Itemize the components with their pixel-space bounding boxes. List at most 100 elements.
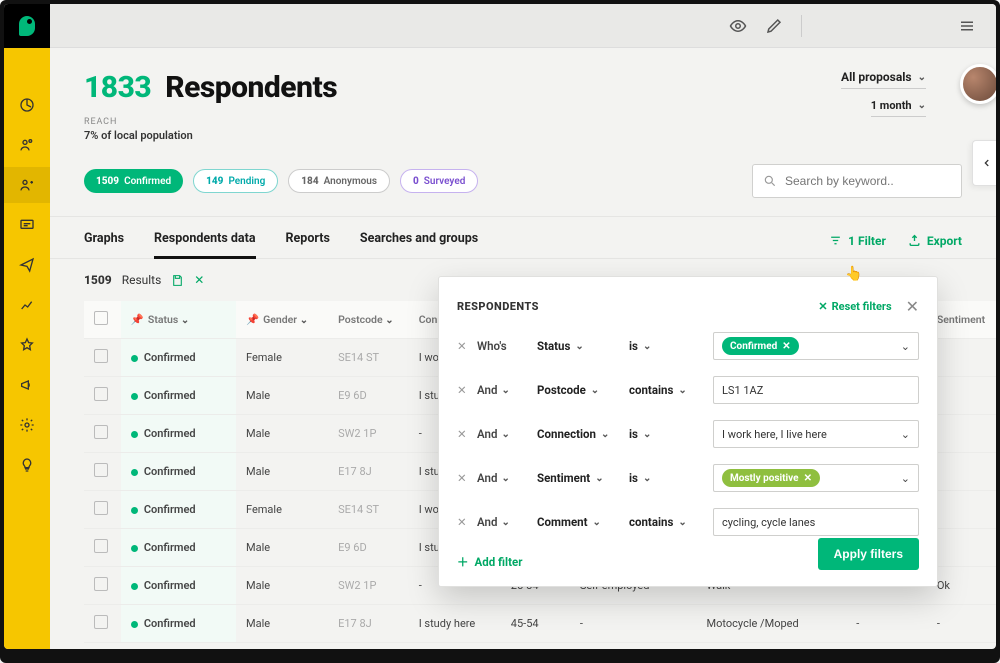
filter-field-select[interactable]: Comment⌄	[537, 515, 619, 529]
cell-postcode: SE14 ST	[328, 339, 409, 377]
cell-gender: Female	[236, 491, 328, 529]
nav-people-icon[interactable]	[18, 136, 36, 154]
row-checkbox[interactable]	[94, 349, 108, 363]
user-avatar[interactable]	[960, 64, 996, 104]
col-postcode[interactable]: Postcode ⌄	[328, 301, 409, 339]
remove-filter-icon[interactable]: ✕	[457, 427, 467, 441]
col-status[interactable]: 📌Status ⌄	[121, 301, 236, 339]
cell-gender: Male	[236, 605, 328, 643]
filter-value-status[interactable]: Confirmed✕⌄	[713, 332, 919, 360]
period-dropdown-label: 1 month	[871, 99, 912, 112]
nav-comments-icon[interactable]	[18, 216, 36, 234]
cell-postcode: E9 6D	[328, 377, 409, 415]
filter-field-select[interactable]: Status⌄	[537, 339, 619, 353]
chip-confirmed[interactable]: 1509Confirmed	[84, 169, 183, 193]
cell-sentiment: -	[927, 605, 996, 643]
filter-panel: RESPONDENTS ✕ Reset filters ✕ ✕ Who's St…	[438, 276, 938, 587]
filter-op-select[interactable]: contains⌄	[629, 383, 703, 397]
chip-anonymous[interactable]: 184Anonymous	[288, 169, 390, 193]
menu-icon[interactable]	[958, 17, 976, 35]
filter-value-connection[interactable]: I work here, I live here⌄	[713, 420, 919, 448]
row-checkbox[interactable]	[94, 577, 108, 591]
save-search-icon[interactable]	[171, 274, 184, 287]
side-nav	[4, 48, 50, 649]
filter-button[interactable]: 1 Filter	[829, 234, 886, 248]
close-panel-button[interactable]: ✕	[906, 297, 919, 316]
chip-pending[interactable]: 149Pending	[193, 169, 278, 193]
remove-filter-icon[interactable]: ✕	[457, 471, 467, 485]
row-checkbox[interactable]	[94, 615, 108, 629]
filter-field-select[interactable]: Sentiment⌄	[537, 471, 619, 485]
status-chip-row: 1509Confirmed 149Pending 184Anonymous 0S…	[84, 164, 962, 198]
filter-conj[interactable]: And⌄	[477, 383, 527, 397]
remove-filter-icon[interactable]: ✕	[457, 339, 467, 353]
chip-surveyed[interactable]: 0Surveyed	[400, 169, 478, 193]
top-toolbar	[50, 4, 996, 48]
toolbar-divider	[801, 15, 802, 37]
search-icon	[763, 174, 777, 188]
remove-filter-icon[interactable]: ✕	[457, 515, 467, 529]
tag-confirmed[interactable]: Confirmed✕	[722, 337, 799, 355]
nav-settings-icon[interactable]	[18, 416, 36, 434]
filter-field-select[interactable]: Connection⌄	[537, 427, 619, 441]
tab-searches[interactable]: Searches and groups	[360, 231, 478, 258]
select-all-checkbox[interactable]	[94, 311, 108, 325]
nav-megaphone-icon[interactable]	[18, 376, 36, 394]
filter-op-select[interactable]: contains⌄	[629, 515, 703, 529]
add-filter-button[interactable]: ＋ Add filter	[457, 554, 522, 570]
filter-button-label: 1 Filter	[848, 234, 886, 248]
export-button-label: Export	[927, 234, 962, 248]
filter-op-select[interactable]: is⌄	[629, 471, 703, 485]
search-box[interactable]	[752, 164, 962, 198]
cell-gender: Male	[236, 453, 328, 491]
cell-status: Confirmed	[121, 377, 236, 415]
reach-label: REACH	[84, 117, 962, 127]
filter-conj[interactable]: And⌄	[477, 471, 527, 485]
apply-filters-button[interactable]: Apply filters	[818, 538, 919, 570]
filter-row-status: ✕ Who's Status⌄ is⌄ Confirmed✕⌄	[457, 332, 919, 360]
row-checkbox[interactable]	[94, 425, 108, 439]
reset-filters-button[interactable]: ✕ Reset filters	[818, 300, 891, 313]
edit-icon[interactable]	[765, 17, 783, 35]
visibility-icon[interactable]	[729, 17, 747, 35]
filter-conj[interactable]: And⌄	[477, 515, 527, 529]
filter-op-select[interactable]: is⌄	[629, 339, 703, 353]
row-checkbox[interactable]	[94, 501, 108, 515]
page-title: Respondents	[165, 70, 337, 105]
filter-field-select[interactable]: Postcode⌄	[537, 383, 619, 397]
filter-value-postcode[interactable]: LS1 1AZ	[713, 376, 919, 404]
row-checkbox[interactable]	[94, 539, 108, 553]
tab-respondents-data[interactable]: Respondents data	[154, 231, 255, 258]
tab-reports[interactable]: Reports	[286, 231, 330, 258]
export-icon	[908, 234, 921, 247]
nav-analytics-icon[interactable]	[18, 296, 36, 314]
table-row[interactable]: ConfirmedMaleE17 8JI study here45-54-Mot…	[84, 605, 996, 643]
tab-graphs[interactable]: Graphs	[84, 231, 124, 258]
row-checkbox[interactable]	[94, 387, 108, 401]
remove-filter-icon[interactable]: ✕	[457, 383, 467, 397]
export-button[interactable]: Export	[908, 234, 962, 248]
filter-conj[interactable]: And⌄	[477, 427, 527, 441]
collapse-panel-button[interactable]	[972, 140, 996, 186]
filter-value-comment[interactable]: cycling, cycle lanes	[713, 508, 919, 536]
period-dropdown[interactable]: 1 month ⌄	[871, 99, 926, 117]
app-logo[interactable]	[4, 4, 50, 48]
row-checkbox[interactable]	[94, 463, 108, 477]
clear-search-icon[interactable]: ✕	[194, 273, 204, 287]
cell-postcode: E9 6D	[328, 529, 409, 567]
tag-sentiment[interactable]: Mostly positive✕	[722, 469, 820, 487]
chevron-down-icon: ⌄	[918, 100, 926, 111]
filter-value-sentiment[interactable]: Mostly positive✕⌄	[713, 464, 919, 492]
cell-status: Confirmed	[121, 491, 236, 529]
proposals-dropdown[interactable]: All proposals⌄	[841, 70, 926, 89]
col-gender[interactable]: 📌Gender ⌄	[236, 301, 328, 339]
filter-op-select[interactable]: is⌄	[629, 427, 703, 441]
nav-respondents-icon[interactable]	[18, 176, 36, 194]
nav-dashboard-icon[interactable]	[18, 96, 36, 114]
nav-idea-icon[interactable]	[18, 456, 36, 474]
nav-send-icon[interactable]	[18, 256, 36, 274]
nav-star-icon[interactable]	[18, 336, 36, 354]
cell-postcode: E17 8J	[328, 453, 409, 491]
cell-connection: I study here	[409, 605, 501, 643]
search-input[interactable]	[785, 174, 951, 188]
